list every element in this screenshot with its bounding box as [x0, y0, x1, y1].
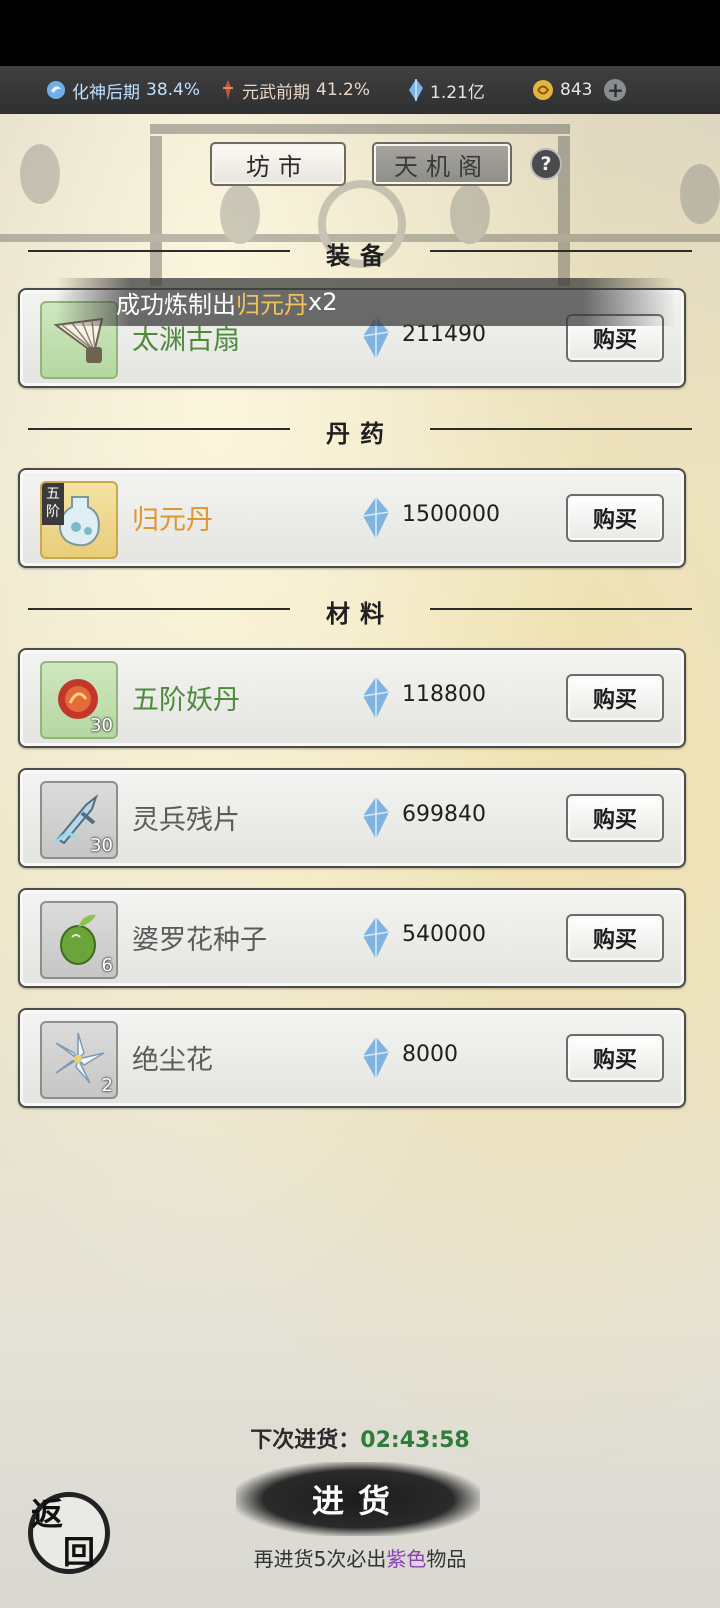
item-price: 8000: [402, 1042, 458, 1067]
section-title: 丹药: [326, 419, 394, 448]
item-name: 五阶妖丹: [132, 685, 240, 716]
item-thumbnail[interactable]: 五阶: [40, 481, 118, 559]
spirit-stone-icon: [362, 797, 390, 839]
restock-note: 再进货5次必出紫色物品: [0, 1543, 720, 1572]
restock-note-suffix: 物品: [426, 1547, 467, 1571]
martial-percent: 41.2%: [316, 80, 371, 100]
item-quantity: 2: [101, 1075, 113, 1096]
section-title: 材料: [326, 599, 394, 628]
item-thumbnail[interactable]: 2: [40, 1021, 118, 1099]
back-button-char: 返: [31, 1495, 64, 1533]
list-item: 五阶 归元丹 1500000 购买: [18, 468, 686, 568]
buy-button[interactable]: 购买: [566, 674, 664, 722]
toast-item: 归元丹: [236, 290, 308, 319]
item-name: 婆罗花种子: [132, 925, 267, 956]
spirit-stone-icon: [362, 1037, 390, 1079]
status-bar: 化神后期 38.4% 元武前期 41.2% 1.21亿 843 +: [0, 66, 720, 114]
buy-button[interactable]: 购买: [566, 494, 664, 542]
realm-name: 化神后期: [72, 82, 140, 103]
market-screen: 化神后期 38.4% 元武前期 41.2% 1.21亿 843 + 坊市 天机阁: [0, 0, 720, 1608]
item-thumbnail[interactable]: 30: [40, 781, 118, 859]
restock-timer-value: 02:43:58: [360, 1428, 470, 1453]
buy-button[interactable]: 购买: [566, 794, 664, 842]
restock-note-highlight: 紫色: [386, 1547, 427, 1571]
item-quantity: 30: [90, 835, 113, 856]
spirit-stone-icon: [362, 917, 390, 959]
back-button[interactable]: 返 回: [28, 1492, 110, 1574]
section-equipment: 装备: [28, 236, 692, 270]
craft-success-toast: 成功炼制出 归元丹 x2: [56, 278, 676, 326]
list-item: 30 五阶妖丹 118800 购买: [18, 648, 686, 748]
spirit-stone-icon: [409, 79, 423, 101]
restock-note-prefix: 再进货5次必出: [253, 1547, 387, 1571]
restock-timer: 下次进货：02:43:58: [0, 1422, 720, 1454]
buy-button[interactable]: 购买: [566, 1034, 664, 1082]
item-quantity: 6: [101, 955, 113, 976]
martial-flame-icon: [223, 80, 233, 100]
item-price: 118800: [402, 682, 486, 707]
tier-badge: 五阶: [42, 483, 64, 525]
gold-coin-icon: [533, 80, 553, 100]
restock-timer-label: 下次进货：: [250, 1428, 361, 1453]
martial-status: 元武前期 41.2%: [220, 66, 370, 114]
section-title: 装备: [326, 241, 394, 270]
item-quantity: 30: [90, 715, 113, 736]
tab-market[interactable]: 坊市: [210, 142, 346, 186]
martial-name: 元武前期: [242, 82, 310, 103]
section-materials: 材料: [28, 594, 692, 628]
item-thumbnail[interactable]: 6: [40, 901, 118, 979]
top-black-bar: [0, 0, 720, 66]
realm-orb-icon: [47, 81, 65, 99]
realm-status: 化神后期 38.4%: [46, 66, 200, 114]
plus-icon[interactable]: +: [604, 79, 627, 101]
gold-status: 843 +: [532, 66, 627, 114]
item-name: 绝尘花: [132, 1045, 213, 1076]
buy-button[interactable]: 购买: [566, 914, 664, 962]
toast-suffix: x2: [308, 288, 338, 316]
help-icon[interactable]: ?: [530, 148, 562, 180]
item-name: 灵兵残片: [132, 805, 240, 836]
spirit-stone-status: 1.21亿: [408, 66, 485, 114]
toast-prefix: 成功炼制出: [116, 290, 236, 319]
back-button-char: 回: [63, 1533, 96, 1571]
realm-percent: 38.4%: [146, 80, 201, 100]
spirit-stone-icon: [362, 677, 390, 719]
item-price: 699840: [402, 802, 486, 827]
restock-button[interactable]: 进货: [236, 1462, 480, 1536]
item-thumbnail[interactable]: 30: [40, 661, 118, 739]
item-name: 归元丹: [132, 505, 213, 536]
list-item: 6 婆罗花种子 540000 购买: [18, 888, 686, 988]
item-price: 540000: [402, 922, 486, 947]
spirit-stone-count: 1.21亿: [430, 82, 485, 103]
list-item: 30 灵兵残片 699840 购买: [18, 768, 686, 868]
gold-count: 843: [560, 80, 593, 100]
tab-tianji[interactable]: 天机阁: [372, 142, 512, 186]
section-pills: 丹药: [28, 414, 692, 448]
item-price: 1500000: [402, 502, 500, 527]
list-item: 2 绝尘花 8000 购买: [18, 1008, 686, 1108]
spirit-stone-icon: [362, 497, 390, 539]
